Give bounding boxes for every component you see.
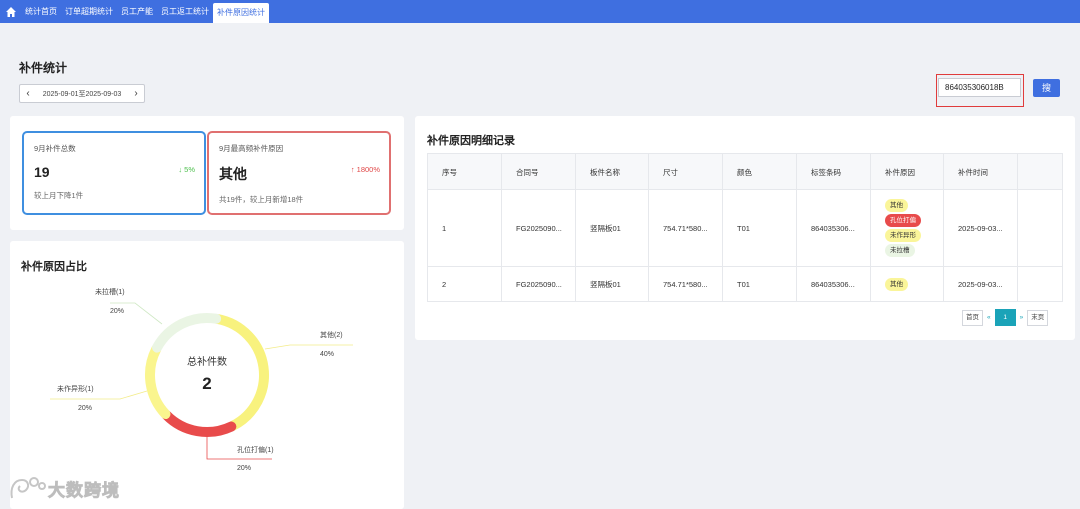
donut-segment-groove[interactable]: [152, 313, 222, 353]
reason-tag: 其他: [885, 199, 908, 212]
search-button[interactable]: 搜: [1033, 79, 1060, 97]
next-page-button[interactable]: »: [1016, 314, 1028, 321]
pagination: 首页 « 1 » 末页: [962, 309, 1049, 326]
tab-reason-stats[interactable]: 补件原因统计: [213, 3, 269, 23]
top-nav: 统计首页 订单超期统计 员工产能 员工返工统计 补件原因统计: [0, 0, 1080, 23]
pct-shape: 20%: [78, 405, 93, 412]
cell: 竖隔板01: [576, 190, 649, 266]
leader-line-other: [264, 344, 353, 350]
detail-title: 补件原因明细记录: [427, 135, 515, 147]
reason-tags-cell: 其他: [871, 267, 944, 301]
detail-table: 序号 合同号 板件名称 尺寸 颜色 标签条码 补件原因 补件时间 1 FG202…: [427, 153, 1063, 302]
stat-label: 9月补件总数: [34, 144, 76, 153]
cell: 864035306...: [797, 267, 871, 301]
label-other: 其他(2): [320, 332, 343, 339]
reason-tags-cell: 其他 孔位打偏 未作异形 未拉槽: [871, 190, 944, 266]
col-color: 颜色: [723, 154, 797, 189]
prev-page-button[interactable]: «: [983, 314, 995, 321]
table-row[interactable]: 1 FG2025090... 竖隔板01 754.71*580... T01 8…: [427, 190, 1063, 267]
date-range-text: 2025-09-01至2025-09-03: [42, 90, 122, 98]
cell: 2025-09-03...: [944, 190, 1018, 266]
tab-employee-capacity[interactable]: 员工产能: [117, 0, 157, 23]
col-reason: 补件原因: [871, 154, 944, 189]
stat-sub: 较上月下降1件: [34, 191, 84, 200]
col-barcode: 标签条码: [797, 154, 871, 189]
cell: 竖隔板01: [576, 267, 649, 301]
cell: FG2025090...: [502, 267, 576, 301]
tab-employee-rework[interactable]: 员工返工统计: [157, 0, 213, 23]
label-hole: 孔位打偏(1): [237, 447, 274, 454]
cell: 2025-09-03...: [944, 267, 1018, 301]
donut-segment-other[interactable]: [212, 314, 269, 431]
label-groove: 未拉槽(1): [95, 289, 125, 296]
table-row[interactable]: 2 FG2025090... 竖隔板01 754.71*580... T01 8…: [427, 267, 1063, 302]
cell: 864035306...: [797, 190, 871, 266]
col-extra: [1018, 154, 1063, 189]
pct-hole: 20%: [237, 465, 252, 472]
cell: 754.71*580...: [649, 190, 723, 266]
label-shape: 未作异形(1): [57, 386, 94, 393]
reason-tag: 其他: [885, 277, 908, 291]
tab-home-stats[interactable]: 统计首页: [21, 0, 61, 23]
donut-segment-hole[interactable]: [161, 410, 237, 437]
reason-tag: 未拉槽: [885, 244, 915, 257]
last-page-button[interactable]: 末页: [1027, 309, 1049, 326]
reason-tag: 未作异形: [885, 229, 921, 242]
page-number-button[interactable]: 1: [994, 309, 1016, 326]
cell: 2: [427, 267, 502, 301]
tab-order-overdue[interactable]: 订单超期统计: [61, 0, 117, 23]
col-size: 尺寸: [649, 154, 723, 189]
chevron-left-icon[interactable]: ‹: [20, 88, 36, 99]
pct-groove: 20%: [110, 308, 125, 315]
trend-down: ↓ 5%: [178, 165, 195, 174]
watermark-text: 大数跨境: [48, 480, 120, 500]
cell: T01: [723, 190, 797, 266]
table-header: 序号 合同号 板件名称 尺寸 颜色 标签条码 补件原因 补件时间: [427, 153, 1063, 190]
cell-extra: [1018, 190, 1063, 266]
col-panel-name: 板件名称: [576, 154, 649, 189]
col-index: 序号: [427, 154, 502, 189]
col-contract: 合同号: [502, 154, 576, 189]
stat-card-top-reason: 9月最高频补件原因 其他 共19件，较上月新增18件 ↑ 1800%: [207, 131, 391, 215]
col-time: 补件时间: [944, 154, 1018, 189]
stat-sub: 共19件，较上月新增18件: [219, 195, 304, 204]
stat-label: 9月最高频补件原因: [219, 144, 284, 153]
home-icon[interactable]: [3, 4, 19, 20]
cell: 754.71*580...: [649, 267, 723, 301]
donut-center-value: 2: [202, 374, 212, 393]
watermark: 大数跨境: [8, 474, 120, 502]
first-page-button[interactable]: 首页: [962, 309, 983, 326]
reason-tag: 孔位打偏: [885, 214, 921, 227]
watermark-logo-icon: [10, 477, 46, 499]
cell: 1: [427, 190, 502, 266]
search-input[interactable]: 864035306018B: [938, 78, 1021, 97]
cell-extra: [1018, 267, 1063, 301]
pct-other: 40%: [320, 351, 335, 358]
donut-center-label: 总补件数: [187, 357, 227, 368]
page-title: 补件统计: [19, 61, 68, 75]
stat-value: 19: [34, 164, 50, 180]
stat-card-total: 9月补件总数 19 较上月下降1件 ↓ 5%: [22, 131, 206, 215]
cell: T01: [723, 267, 797, 301]
cell: FG2025090...: [502, 190, 576, 266]
trend-up: ↑ 1800%: [350, 165, 380, 174]
date-range-picker[interactable]: ‹ 2025-09-01至2025-09-03 ›: [19, 84, 145, 103]
chevron-right-icon[interactable]: ›: [128, 88, 144, 99]
